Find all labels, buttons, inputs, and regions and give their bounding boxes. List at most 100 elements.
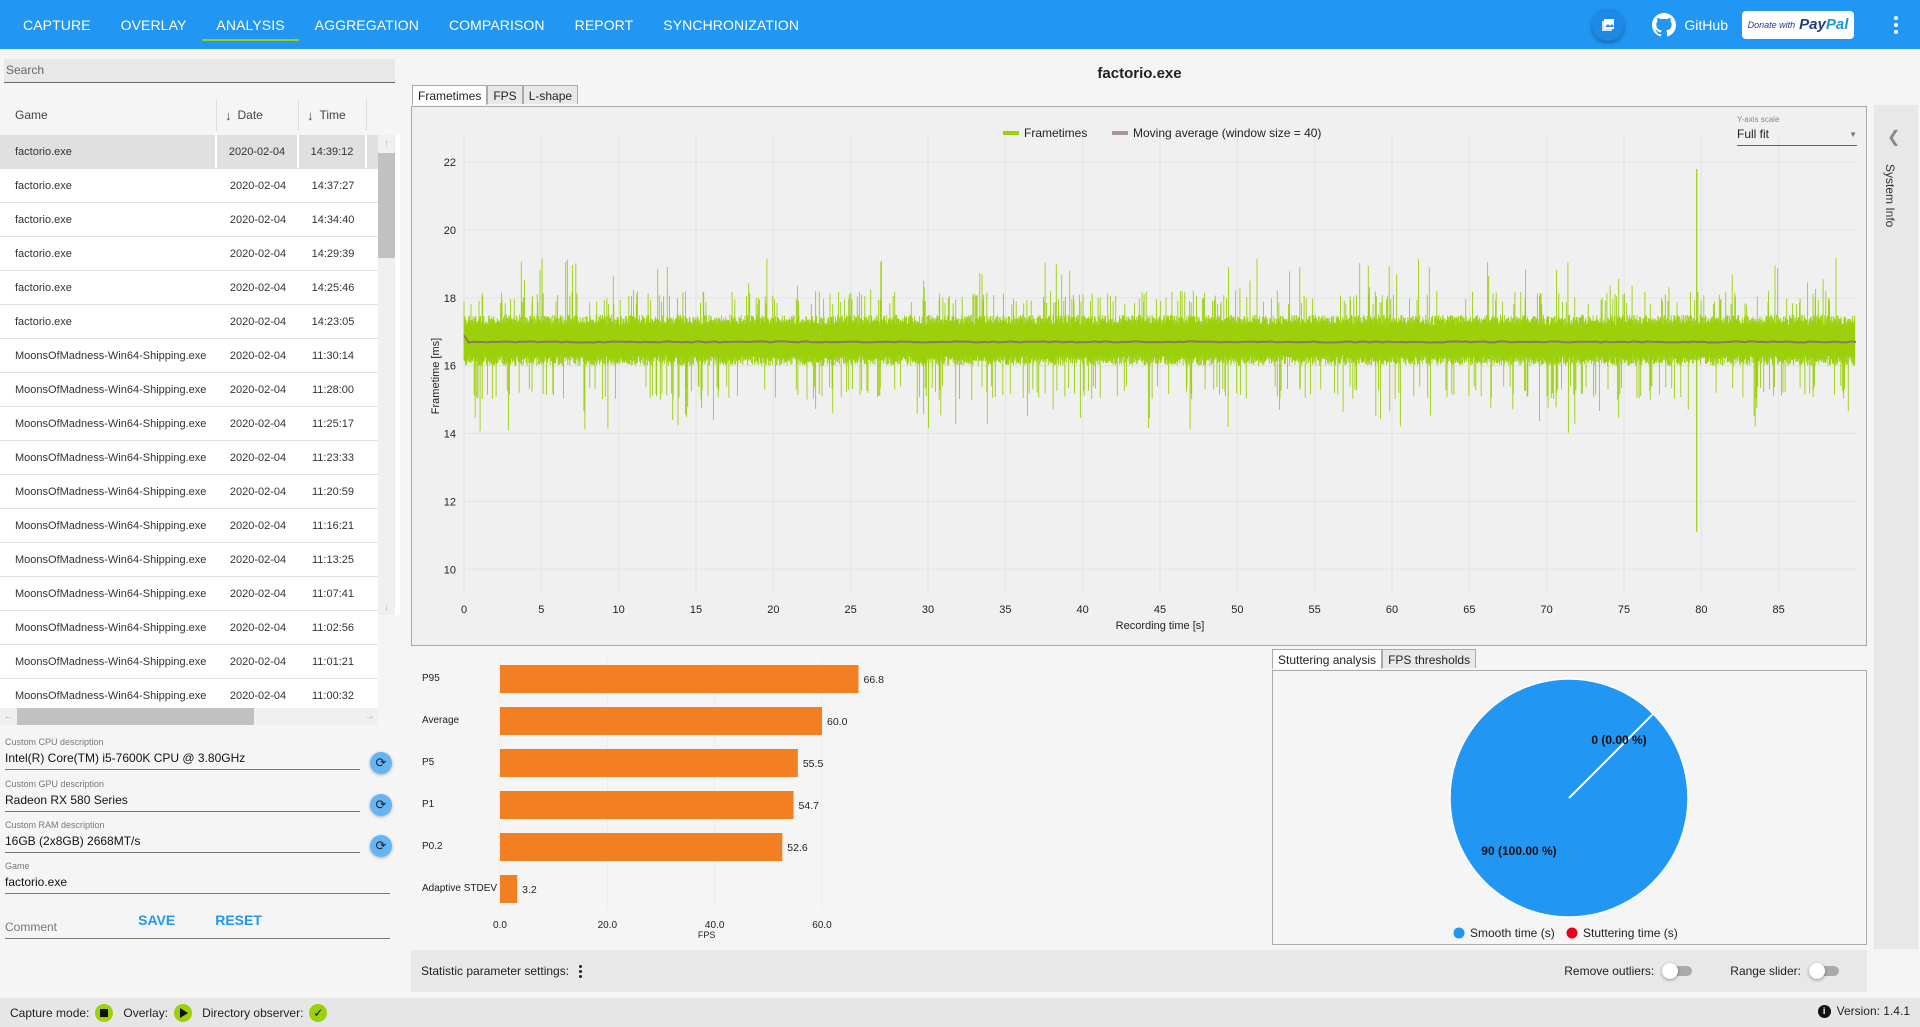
x-tick-label: 65 (1463, 604, 1475, 616)
nav-tab-synchronization[interactable]: SYNCHRONIZATION (648, 0, 814, 49)
bar-p5 (500, 749, 798, 777)
table-row[interactable]: MoonsOfMadness-Win64-Shipping.exe 2020-02… (0, 339, 378, 373)
nav-tab-comparison[interactable]: COMPARISON (434, 0, 560, 49)
tab-stuttering-analysis[interactable]: Stuttering analysis (1272, 649, 1383, 669)
field-value[interactable]: Intel(R) Core(TM) i5-7600K CPU @ 3.80GHz (5, 747, 360, 770)
cell-date: 2020-02-04 (229, 247, 287, 260)
x-tick-label: 35 (999, 604, 1011, 616)
cell-game: factorio.exe (15, 247, 72, 260)
nav-tab-overlay[interactable]: OVERLAY (106, 0, 202, 49)
tab-l-shape[interactable]: L-shape (522, 85, 579, 104)
table-row[interactable]: MoonsOfMadness-Win64-Shipping.exe 2020-02… (0, 645, 378, 679)
cell-game: MoonsOfMadness-Win64-Shipping.exe (15, 587, 207, 600)
y-axis-scale-select[interactable]: Y-axis scale Full fit ▼ (1737, 115, 1857, 146)
table-row[interactable]: MoonsOfMadness-Win64-Shipping.exe 2020-02… (0, 543, 378, 577)
table-row[interactable]: factorio.exe 2020-02-04 14:23:05 (0, 305, 378, 339)
field-value[interactable]: Radeon RX 580 Series (5, 789, 360, 812)
bar-category-label: P1 (422, 799, 435, 810)
cpu-description-field[interactable]: Custom CPU description Intel(R) Core(TM)… (5, 737, 360, 770)
records-table: Game ↓ Date ↓ Time factorio.exe 2020-02-04 1… (0, 95, 400, 713)
reset-ram-button[interactable]: ⟳ (370, 835, 392, 857)
field-value[interactable]: 16GB (2x8GB) 2668MT/s (5, 830, 360, 853)
cell-date: 2020-02-04 (229, 587, 287, 600)
table-row[interactable]: factorio.exe 2020-02-04 14:37:27 (0, 169, 378, 203)
search-input[interactable]: Search (4, 59, 395, 83)
field-label: Custom RAM description (5, 820, 105, 830)
bar-value-label: 3.2 (522, 884, 537, 896)
cell-game: factorio.exe (0, 135, 217, 168)
nav-tab-analysis[interactable]: ANALYSIS (201, 0, 299, 49)
y-tick-label: 12 (444, 496, 456, 508)
table-row[interactable]: MoonsOfMadness-Win64-Shipping.exe 2020-02… (0, 475, 378, 509)
table-row[interactable]: factorio.exe 2020-02-04 14:39:12 (0, 135, 378, 169)
cell-game: MoonsOfMadness-Win64-Shipping.exe (15, 553, 207, 566)
column-header-date[interactable]: ↓ Date (217, 99, 299, 131)
game-name-field[interactable]: Game factorio.exe (5, 861, 390, 894)
tab-fps-thresholds[interactable]: FPS thresholds (1382, 649, 1477, 668)
cell-game: MoonsOfMadness-Win64-Shipping.exe (15, 621, 207, 634)
x-tick-label: 50 (1231, 604, 1243, 616)
system-info-drawer[interactable]: ❮ System Info (1871, 49, 1920, 998)
cell-date: 2020-02-04 (229, 349, 287, 362)
screenshot-button[interactable] (1592, 8, 1625, 41)
remove-outliers-toggle[interactable] (1662, 963, 1693, 979)
scroll-up-icon[interactable]: ↑ (378, 135, 395, 151)
table-row[interactable]: factorio.exe 2020-02-04 14:29:39 (0, 237, 378, 271)
nav-tab-capture[interactable]: CAPTURE (8, 0, 106, 49)
x-tick-label: 20 (767, 604, 779, 616)
x-tick-label: 60 (1386, 604, 1398, 616)
ram-description-field[interactable]: Custom RAM description 16GB (2x8GB) 2668… (5, 820, 360, 853)
field-value[interactable]: factorio.exe (5, 871, 390, 894)
table-row[interactable]: factorio.exe 2020-02-04 14:25:46 (0, 271, 378, 305)
chevron-left-icon[interactable]: ❮ (1887, 127, 1900, 147)
cell-date: 2020-02-04 (229, 689, 287, 702)
vertical-scrollbar[interactable]: ↑ ↓ (378, 135, 395, 615)
save-button[interactable]: SAVE (138, 912, 175, 928)
tab-fps[interactable]: FPS (487, 85, 523, 104)
x-tick-label: 45 (1154, 604, 1166, 616)
donate-paypal-button[interactable]: Donate with PayPal (1742, 10, 1854, 39)
cell-time: 11:28:00 (311, 383, 354, 396)
github-link[interactable]: GitHub (1652, 12, 1728, 37)
legend-swatch-smooth (1453, 927, 1465, 939)
version-label: Version: 1.4.1 (1836, 1004, 1910, 1018)
stat-settings-menu-button[interactable] (579, 964, 583, 978)
tab-frametimes[interactable]: Frametimes (412, 85, 488, 105)
refresh-icon: ⟳ (375, 755, 387, 770)
scroll-down-icon[interactable]: ↓ (378, 599, 395, 615)
horizontal-scrollbar[interactable]: ← → (0, 708, 378, 725)
cell-time: 11:13:25 (311, 553, 354, 566)
bar-category-label: P0.2 (422, 841, 443, 852)
table-row[interactable]: MoonsOfMadness-Win64-Shipping.exe 2020-02… (0, 407, 378, 441)
y-tick-label: 10 (444, 564, 456, 576)
scroll-left-icon[interactable]: ← (0, 708, 17, 725)
reset-gpu-button[interactable]: ⟳ (370, 794, 392, 816)
table-row[interactable]: factorio.exe 2020-02-04 14:34:40 (0, 203, 378, 237)
scroll-thumb[interactable] (17, 708, 254, 725)
legend-label-stuttering: Stuttering time (s) (1583, 926, 1678, 940)
reset-cpu-button[interactable]: ⟳ (370, 752, 392, 774)
more-menu-button[interactable] (1882, 15, 1910, 34)
cell-time: 11:25:17 (311, 417, 354, 430)
x-tick-label: 25 (845, 604, 857, 616)
scroll-right-icon[interactable]: → (361, 708, 378, 725)
table-row[interactable]: MoonsOfMadness-Win64-Shipping.exe 2020-02… (0, 441, 378, 475)
nav-tab-report[interactable]: REPORT (560, 0, 649, 49)
column-header-game[interactable]: Game (0, 99, 217, 131)
column-header-time[interactable]: ↓ Time (299, 99, 367, 131)
stop-icon (95, 1003, 114, 1022)
nav-tab-aggregation[interactable]: AGGREGATION (300, 0, 434, 49)
gpu-description-field[interactable]: Custom GPU description Radeon RX 580 Ser… (5, 779, 360, 812)
table-row[interactable]: MoonsOfMadness-Win64-Shipping.exe 2020-02… (0, 509, 378, 543)
range-slider-toggle[interactable] (1809, 963, 1839, 979)
reset-button[interactable]: RESET (215, 912, 262, 928)
bar-adaptive-stdev (500, 875, 518, 903)
scroll-thumb[interactable] (378, 153, 395, 258)
cell-game: factorio.exe (15, 213, 72, 226)
table-row[interactable]: MoonsOfMadness-Win64-Shipping.exe 2020-02… (0, 611, 378, 645)
cell-game: MoonsOfMadness-Win64-Shipping.exe (15, 655, 207, 668)
table-row[interactable]: MoonsOfMadness-Win64-Shipping.exe 2020-02… (0, 373, 378, 407)
gallery-icon (1602, 18, 1615, 31)
cell-date: 2020-02-04 (217, 135, 299, 168)
table-row[interactable]: MoonsOfMadness-Win64-Shipping.exe 2020-02… (0, 577, 378, 611)
